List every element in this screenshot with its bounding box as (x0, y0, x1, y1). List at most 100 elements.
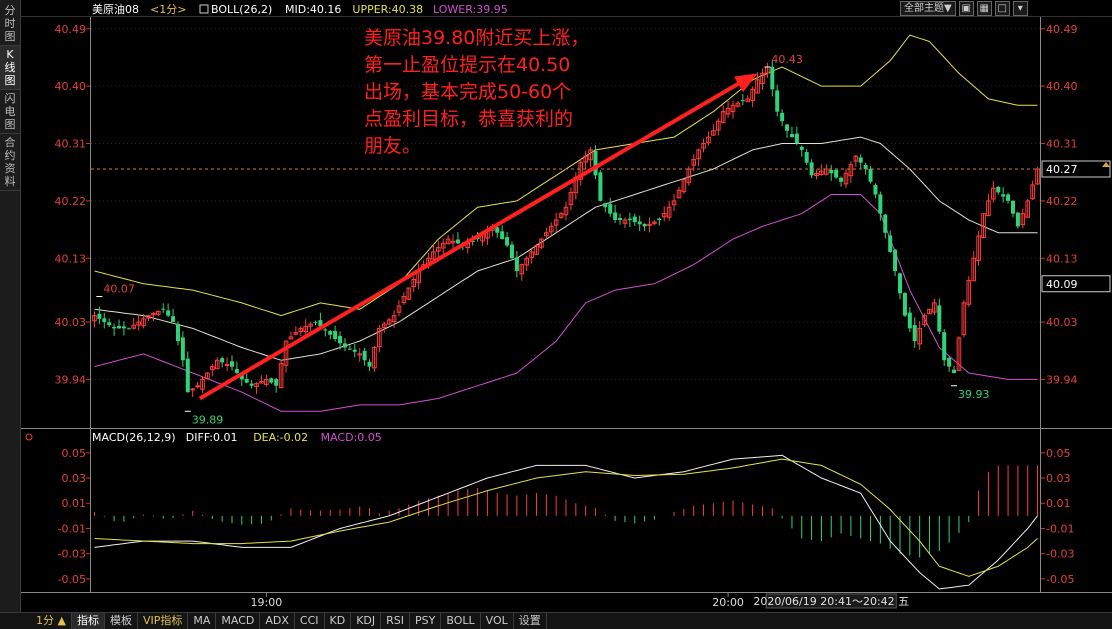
candle-body-down (500, 231, 505, 240)
candle-body-down (313, 321, 318, 323)
candle-body-down (878, 194, 883, 214)
candle-body-down (893, 249, 898, 271)
candle-body-down (863, 164, 868, 169)
candle-body-down (166, 310, 171, 316)
annotation-line-0: 美原油39.80附近买上涨， (364, 27, 589, 49)
candle-body-down (509, 244, 514, 259)
macd-header-2: DEA:-0.02 (253, 431, 308, 444)
candle-body-down (947, 357, 952, 367)
macd-header-3: MACD:0.05 (321, 431, 382, 444)
candle-body-down (593, 150, 598, 176)
price-header-0: 美原油08 (92, 2, 139, 16)
candle-body-down (996, 186, 1001, 193)
window-icon[interactable]: □ (994, 1, 1010, 16)
candle-body-down (637, 221, 642, 225)
candle-body-up (190, 388, 195, 391)
bottom-tab-8[interactable]: KDJ (351, 613, 382, 629)
price-tick-left: 40.13 (55, 252, 87, 265)
candle-body-down (785, 124, 790, 131)
extreme-label-2: 40.43 (771, 53, 803, 66)
candle-body-down (858, 157, 863, 163)
restore-icon[interactable]: ▣ (958, 1, 974, 16)
candle-body-up (195, 385, 200, 388)
candle-body-down (220, 358, 225, 363)
bottom-tab-4[interactable]: MACD (216, 613, 261, 629)
candle-body-down (608, 204, 613, 214)
macd-tick-left: 0.05 (62, 447, 87, 460)
bottom-tab-7[interactable]: KD (325, 613, 352, 629)
left-tab-3[interactable]: 合约资料 (0, 134, 20, 191)
candle-body-down (244, 378, 249, 383)
bottom-tab-1[interactable]: 模板 (105, 613, 138, 629)
bottom-tab-6[interactable]: CCI (295, 613, 325, 629)
top-buttons: 全部主题▼ ▣ ▦ □ ▾ (900, 1, 1028, 16)
bottom-tab-10[interactable]: PSY (410, 613, 442, 629)
candle-body-down (794, 133, 799, 144)
candle-body-down (328, 331, 333, 335)
grid-icon[interactable]: ▦ (976, 1, 992, 16)
candle-body-down (868, 168, 873, 182)
bottom-tab-2[interactable]: VIP指标 (138, 613, 189, 629)
candle-body-down (740, 100, 745, 102)
price-tick-right: 40.40 (1046, 80, 1078, 93)
annotation-line-2: 出场，基本完成50-60个 (364, 81, 571, 103)
candle-body-down (229, 361, 234, 367)
bottom-tab-0[interactable]: 指标 (71, 613, 105, 629)
candle-body-down (249, 383, 254, 386)
candle-body-down (839, 177, 844, 182)
macd-tick-right: 0.01 (1046, 497, 1071, 510)
macd-header-0: MACD(26,12,9) (92, 431, 176, 444)
price-tick-left: 40.49 (55, 23, 87, 36)
candle-body-down (618, 218, 623, 220)
theme-dropdown[interactable]: 全部主题▼ (900, 1, 956, 16)
bottom-tab-bar: 1分 ▲ 指标 模板 VIP指标 MA MACD ADX CCI KD KDJ RSI PSY BOL… (0, 612, 1112, 629)
price-tick-left: 39.94 (55, 373, 87, 386)
candle-body-down (888, 235, 893, 252)
close-icon[interactable]: ▾ (1012, 1, 1028, 16)
candle-body-down (112, 326, 117, 329)
extreme-label-1: 39.89 (192, 413, 224, 426)
extreme-label-0: 40.07 (103, 283, 135, 296)
candle-body-down (657, 218, 662, 220)
left-tab-0[interactable]: 分时图 (0, 2, 20, 46)
candle-body-down (274, 379, 279, 386)
candle-body-down (333, 331, 338, 339)
price-header-3: MID:40.16 (285, 3, 341, 16)
candle-body-down (180, 337, 185, 361)
time-tick: 20:00 (712, 596, 744, 609)
candle-body-down (505, 237, 510, 246)
bottom-tab-12[interactable]: VOL (481, 613, 514, 629)
macd-tick-left: -0.05 (58, 573, 86, 586)
annotation-line-3: 点盈利目标，恭喜获利的 (364, 108, 573, 130)
period-selector[interactable]: 1分 ▲ (0, 613, 72, 629)
price-header-1: <1分> (150, 3, 186, 16)
bottom-tab-9[interactable]: RSI (381, 613, 411, 629)
candle-body-down (632, 216, 637, 223)
candle-body-down (269, 378, 274, 383)
bottom-tab-13[interactable]: 设置 (514, 613, 547, 629)
cursor-price-label: 40.09 (1046, 278, 1078, 291)
left-tab-2[interactable]: 闪电图 (0, 90, 20, 134)
chart-canvas: 40.49 40.49 40.40 40.40 40.31 40.31 40.22 40.22… (20, 0, 1112, 612)
candle-body-up (224, 364, 230, 366)
candle-body-down (780, 112, 785, 122)
candle-body-down (1001, 194, 1006, 197)
candle-body-down (185, 358, 190, 393)
price-tick-left: 40.31 (55, 138, 87, 151)
candle-body-down (97, 313, 102, 319)
candle-body-down (117, 325, 122, 329)
bottom-tab-5[interactable]: ADX (260, 613, 295, 629)
price-tick-right: 40.13 (1046, 252, 1078, 265)
bottom-tab-11[interactable]: BOLL (441, 613, 481, 629)
left-tab-1[interactable]: K线图 (0, 46, 20, 90)
candle-body-down (171, 316, 176, 322)
macd-tick-left: -0.01 (58, 522, 86, 535)
crosshair-time-label: 2020/06/19 20:41～20:42 五 (753, 595, 909, 608)
candle-body-down (455, 239, 460, 244)
price-header-4: UPPER:40.38 (352, 3, 423, 16)
bottom-tab-3[interactable]: MA (188, 613, 217, 629)
candle-body-down (603, 203, 608, 208)
candle-body-down (613, 212, 618, 220)
current-price-label: 40.27 (1046, 163, 1078, 176)
candle-body-down (642, 223, 647, 227)
